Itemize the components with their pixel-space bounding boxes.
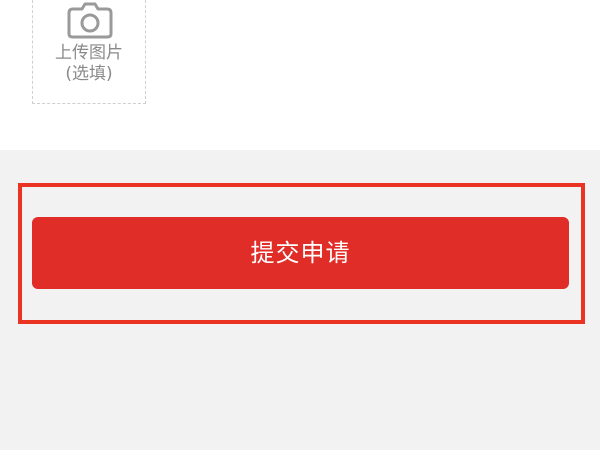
- upload-optional-note: (选填): [65, 64, 113, 84]
- upload-label: 上传图片 (选填): [33, 43, 145, 85]
- upload-image-tile[interactable]: 上传图片 (选填): [32, 0, 146, 104]
- upload-title: 上传图片: [55, 43, 123, 63]
- upload-section: 上传图片 (选填): [0, 0, 600, 150]
- camera-icon: [67, 2, 113, 39]
- submit-application-button[interactable]: 提交申请: [32, 217, 569, 289]
